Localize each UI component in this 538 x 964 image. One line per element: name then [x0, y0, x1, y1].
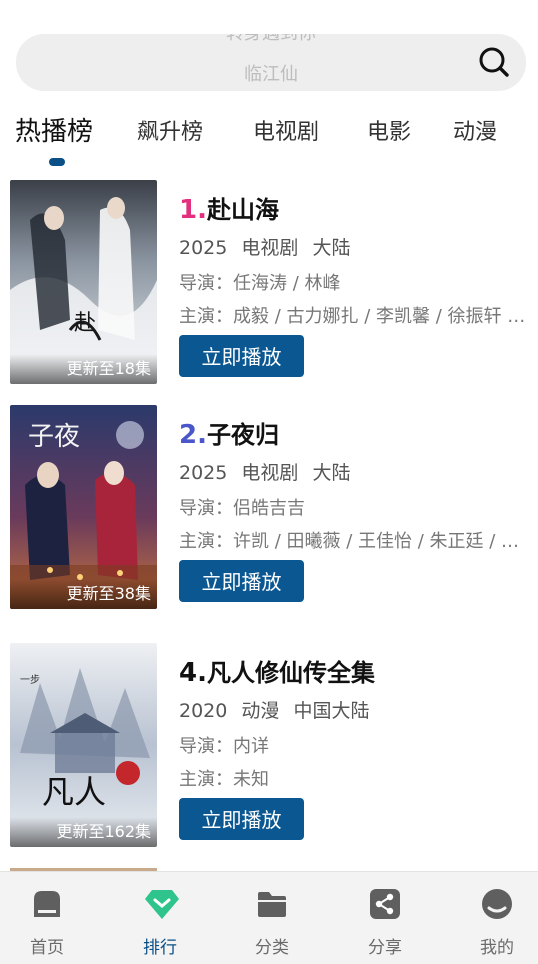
play-now-button[interactable]: 立即播放 [179, 560, 304, 602]
nav-label: 排行 [143, 938, 177, 958]
tab-indicator [49, 158, 65, 166]
rank-number: 2. [179, 420, 207, 450]
episode-badge: 更新至162集 [10, 817, 157, 847]
item-type: 电视剧 [241, 237, 299, 259]
nav-ranking[interactable]: 排行 [115, 872, 205, 964]
item-title-row[interactable]: 1.赴山海 [179, 190, 279, 225]
tab-movie[interactable]: 电影 [367, 114, 411, 146]
poster-image[interactable]: 子夜 更新至38集 [10, 405, 157, 609]
nav-label: 分享 [368, 938, 402, 958]
item-year: 2020 [179, 700, 228, 722]
item-director: 导演：内详 [179, 736, 269, 757]
share-icon [369, 888, 401, 920]
nav-share[interactable]: 分享 [340, 872, 430, 964]
item-title-row[interactable]: 4.凡人修仙传全集 [179, 653, 375, 688]
item-director: 导演：侣皓吉吉 [179, 498, 305, 519]
tab-hot[interactable]: 热播榜 [15, 111, 93, 148]
item-region: 大陆 [312, 462, 351, 484]
nav-category[interactable]: 分类 [227, 872, 317, 964]
item-region: 中国大陆 [293, 700, 370, 722]
item-cast: 主演：成毅 / 古力娜扎 / 李凯馨 / 徐振轩 / 尹昉 [179, 306, 531, 327]
item-cast: 主演：许凯 / 田曦薇 / 王佳怡 / 朱正廷 / 张淼怡 [179, 531, 531, 552]
item-type: 动漫 [241, 700, 280, 722]
svg-text:子夜: 子夜 [28, 422, 80, 452]
item-cast: 主演：未知 [179, 769, 269, 790]
rank-number: 1. [179, 195, 207, 225]
search-hint-previous: 转身遇到你 [16, 34, 526, 44]
rank-number: 4. [179, 658, 207, 688]
item-region: 大陆 [312, 237, 351, 259]
bottom-nav: 首页 排行 分类 分享 我的 [0, 871, 538, 964]
folder-icon [256, 888, 288, 920]
category-tabs: 热播榜 飙升榜 电视剧 电影 动漫 [0, 108, 538, 168]
tab-rising[interactable]: 飙升榜 [137, 114, 203, 146]
episode-badge: 更新至18集 [10, 354, 157, 384]
item-title: 子夜归 [206, 421, 279, 449]
poster-image[interactable]: 赴 更新至18集 [10, 180, 157, 384]
nav-label: 首页 [30, 938, 64, 958]
item-title: 凡人修仙传全集 [206, 659, 375, 687]
nav-label: 分类 [255, 938, 289, 958]
tab-anime[interactable]: 动漫 [453, 114, 497, 146]
item-director: 导演：任海涛 / 林峰 [179, 273, 341, 294]
item-type: 电视剧 [241, 462, 299, 484]
item-year: 2025 [179, 462, 228, 484]
home-icon [31, 888, 63, 920]
nav-profile[interactable]: 我的 [452, 872, 538, 964]
episode-badge: 更新至38集 [10, 579, 157, 609]
search-hint: 临江仙 [244, 64, 298, 85]
search-bar[interactable]: 转身遇到你 临江仙 [16, 34, 526, 91]
svg-text:凡人: 凡人 [42, 773, 106, 811]
ranking-diamond-icon [144, 888, 179, 920]
item-meta: 2025 电视剧 大陆 [179, 458, 358, 485]
tab-tv[interactable]: 电视剧 [253, 114, 319, 146]
item-year: 2025 [179, 237, 228, 259]
item-meta: 2025 电视剧 大陆 [179, 233, 358, 260]
item-title-row[interactable]: 2.子夜归 [179, 415, 279, 450]
item-meta: 2020 动漫 中国大陆 [179, 696, 377, 723]
svg-text:赴: 赴 [74, 311, 96, 336]
play-now-button[interactable]: 立即播放 [179, 335, 304, 377]
svg-text:一步: 一步 [20, 674, 40, 686]
poster-image[interactable]: 凡人 一步 更新至162集 [10, 643, 157, 847]
nav-home[interactable]: 首页 [2, 872, 92, 964]
search-icon[interactable] [478, 46, 510, 78]
profile-icon [481, 888, 513, 920]
item-title: 赴山海 [206, 196, 279, 224]
nav-label: 我的 [480, 938, 514, 958]
play-now-button[interactable]: 立即播放 [179, 798, 304, 840]
